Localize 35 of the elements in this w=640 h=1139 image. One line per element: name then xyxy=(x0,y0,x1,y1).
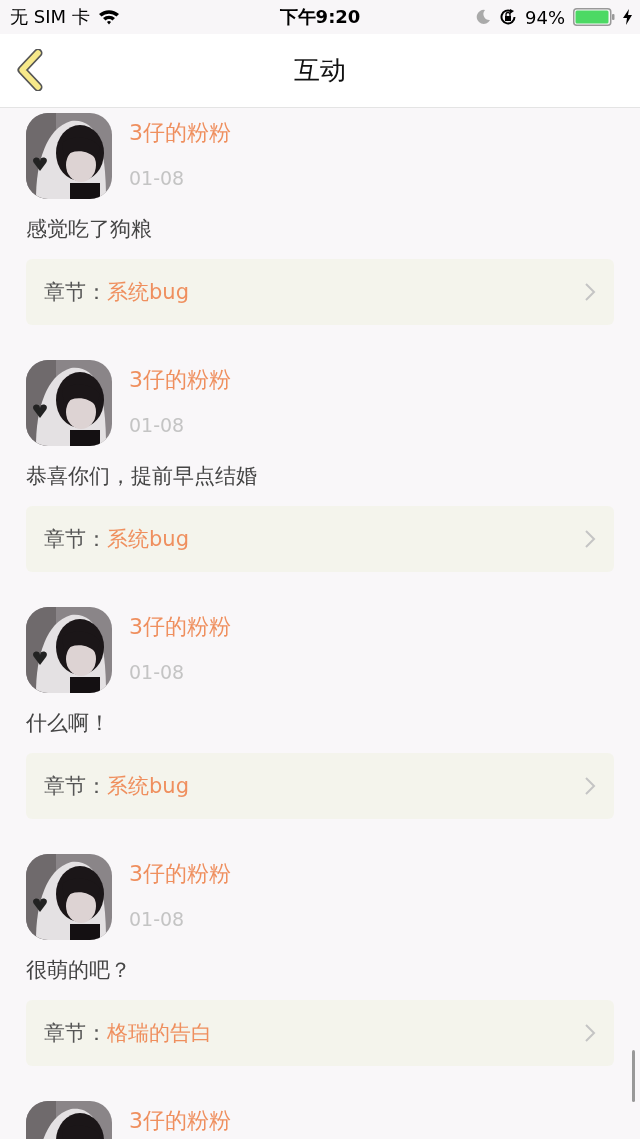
chapter-label: 章节： xyxy=(44,773,107,800)
charging-bolt-icon xyxy=(623,9,632,25)
comment-text: 什么啊！ xyxy=(26,710,111,737)
clock-time: 下午9:20 xyxy=(278,5,362,29)
page-title: 互动 xyxy=(294,54,346,87)
chapter-title: 系统bug xyxy=(107,773,190,800)
chapter-title: 格瑞的告白 xyxy=(107,1020,213,1047)
chapter-link[interactable]: 章节：系统bug xyxy=(26,753,614,819)
carrier-text: 无 SIM 卡 xyxy=(10,5,90,29)
chevron-right-icon xyxy=(584,282,596,302)
comment-text: 很萌的吧？ xyxy=(26,957,132,984)
chapter-title: 系统bug xyxy=(107,279,190,306)
chapter-label: 章节： xyxy=(44,526,107,553)
rotation-lock-icon xyxy=(499,8,517,26)
chapter-link[interactable]: 章节：系统bug xyxy=(26,259,614,325)
chapter-label: 章节： xyxy=(44,1020,107,1047)
moon-icon xyxy=(475,9,491,25)
user-name[interactable]: 3仔的粉粉 xyxy=(129,854,231,894)
chapter-link[interactable]: 章节：系统bug xyxy=(26,506,614,572)
scroll-bar xyxy=(632,1050,635,1102)
comment-text: 感觉吃了狗粮 xyxy=(26,216,153,243)
user-name[interactable]: 3仔的粉粉 xyxy=(129,113,231,153)
chapter-label: 章节： xyxy=(44,279,107,306)
comment-text: 恭喜你们，提前早点结婚 xyxy=(26,463,258,490)
user-name[interactable]: 3仔的粉粉 xyxy=(129,1101,231,1139)
user-name[interactable]: 3仔的粉粉 xyxy=(129,360,231,400)
battery-icon xyxy=(573,8,615,26)
user-name[interactable]: 3仔的粉粉 xyxy=(129,607,231,647)
chevron-right-icon xyxy=(584,1023,596,1043)
chapter-link[interactable]: 章节：格瑞的告白 xyxy=(26,1000,614,1066)
wifi-icon xyxy=(97,9,120,25)
chapter-title: 系统bug xyxy=(107,526,190,553)
chevron-right-icon xyxy=(584,529,596,549)
chevron-right-icon xyxy=(584,776,596,796)
battery-percent: 94% xyxy=(525,6,565,28)
